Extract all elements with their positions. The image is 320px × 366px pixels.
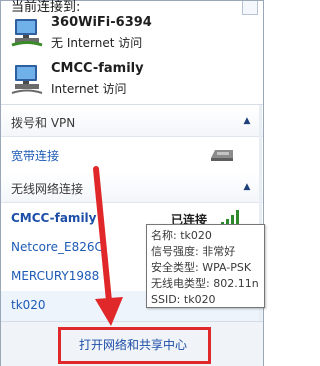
connection-status: 无 Internet 访问	[51, 36, 143, 50]
modem-icon	[211, 150, 233, 161]
annotation-highlight-box	[58, 327, 211, 364]
network-info-tooltip: 名称: tk020 信号强度: 非常好 安全类型: WPA-PSK 无线电类型:…	[146, 224, 265, 308]
section-header-wireless[interactable]: 无线网络连接 ▲	[1, 173, 263, 203]
wifi-item-label: MERCURY1988	[11, 269, 100, 283]
connection-name: 360WiFi-6394	[51, 15, 152, 30]
wifi-item-label: CMCC-family	[11, 211, 97, 225]
dialup-item-broadband[interactable]: 宽带连接	[1, 140, 263, 170]
tooltip-line-name: 名称: tk020	[151, 229, 212, 242]
tooltip-line-security: 安全类型: WPA-PSK	[151, 261, 252, 274]
connection-name: CMCC-family	[51, 61, 144, 76]
current-connections-section: 当前连接到: 360WiFi-6394 无 Internet 访问 CMCC-f…	[1, 0, 263, 104]
dialup-item-label: 宽带连接	[11, 149, 60, 163]
connection-status: Internet 访问	[51, 82, 127, 96]
connection-item-360wifi[interactable]: 360WiFi-6394 无 Internet 访问	[7, 13, 247, 53]
connection-item-cmcc[interactable]: CMCC-family Internet 访问	[7, 59, 247, 99]
wifi-item-label: Netcore_E826C	[11, 240, 103, 254]
section-header-dialup[interactable]: 拨号和 VPN ▲	[1, 107, 263, 137]
wifi-item-label: tk020	[11, 298, 46, 312]
tooltip-line-radio: 无线电类型: 802.11n	[151, 277, 259, 290]
network-flyout-panel: 当前连接到: 360WiFi-6394 无 Internet 访问 CMCC-f…	[0, 0, 265, 366]
section-header-label: 拨号和 VPN	[11, 116, 76, 130]
network-computer-icon	[11, 19, 43, 47]
section-header-label: 无线网络连接	[11, 182, 84, 196]
network-computer-icon	[11, 65, 43, 94]
tooltip-line-ssid: SSID: tk020	[151, 293, 216, 306]
chevron-up-icon[interactable]: ▲	[241, 116, 253, 126]
tooltip-line-signal: 信号强度: 非常好	[151, 245, 236, 258]
chevron-up-icon[interactable]: ▲	[241, 182, 253, 192]
